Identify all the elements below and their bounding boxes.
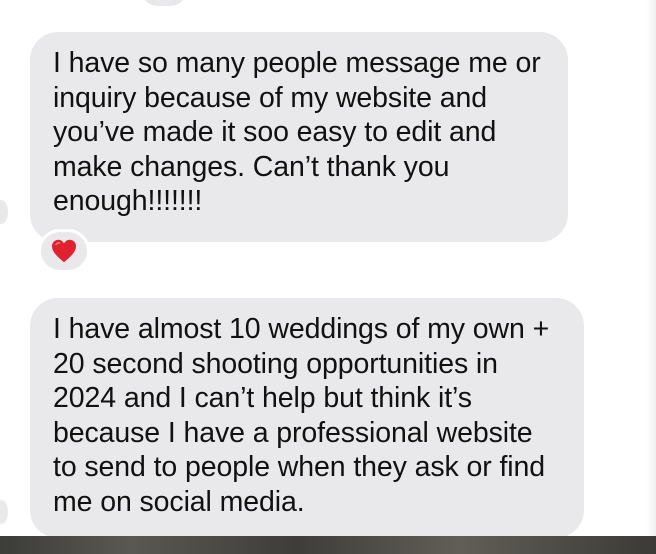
screen-edge (646, 0, 656, 554)
background-surface (0, 536, 656, 554)
heart-icon (51, 239, 77, 263)
bubble-tail (0, 200, 8, 224)
previous-message-bubble[interactable] (140, 0, 188, 6)
tapback-reaction[interactable] (38, 229, 90, 273)
bubble-tail (0, 500, 8, 524)
received-message-bubble[interactable]: I have almost 10 weddings of my own + 20… (30, 298, 584, 538)
conversation-view: I have so many people message me or inqu… (0, 0, 656, 554)
received-message-bubble[interactable]: I have so many people message me or inqu… (30, 32, 568, 242)
